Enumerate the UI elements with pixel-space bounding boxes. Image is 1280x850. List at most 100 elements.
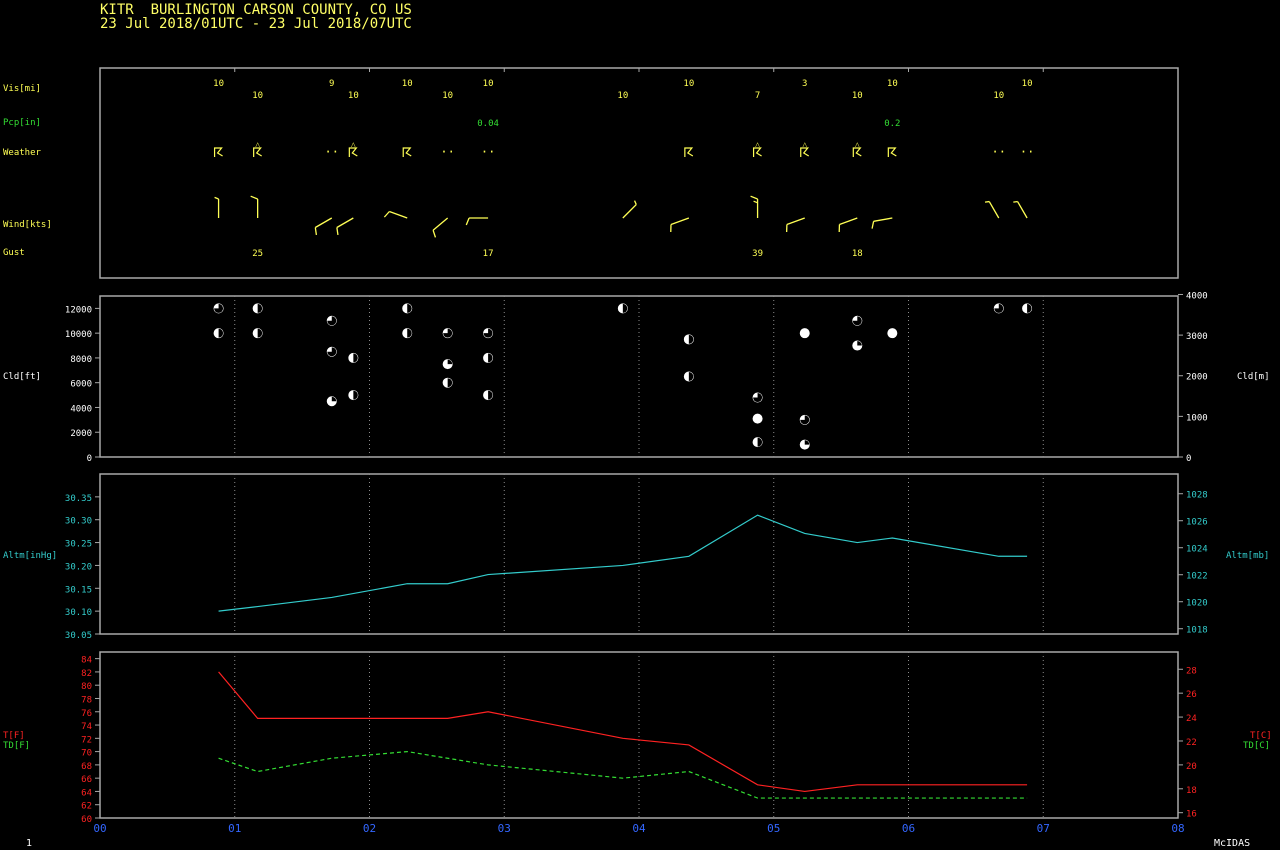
weather-row-label: Weather bbox=[3, 148, 42, 158]
cloud-ft-tick-label: 4000 bbox=[70, 404, 92, 414]
temperature-f-tick-label: 68 bbox=[81, 762, 92, 772]
vis-row-label: Vis[mi] bbox=[3, 84, 41, 94]
temperature-c-tick-label: 26 bbox=[1186, 690, 1197, 700]
weather-thunderstorm-icon bbox=[213, 147, 223, 157]
cloud-m-tick-label: 4000 bbox=[1186, 291, 1208, 301]
altimeter-mb-tick-label: 1020 bbox=[1186, 599, 1208, 609]
precip-value: 0.04 bbox=[477, 119, 499, 129]
altimeter-mb-tick-label: 1024 bbox=[1186, 545, 1208, 555]
altimeter-inhg-tick-label: 30.05 bbox=[65, 631, 92, 641]
weather-haze-icon: ·· bbox=[440, 145, 454, 159]
time-tick-label: 06 bbox=[902, 822, 915, 835]
visibility-value: 9 bbox=[329, 79, 334, 89]
temperature-f-tick-label: 84 bbox=[81, 656, 92, 666]
cloud-ft-tick-label: 12000 bbox=[65, 305, 92, 315]
wind-barb-shaft bbox=[314, 217, 333, 229]
temperature-f-tick-label: 60 bbox=[81, 815, 92, 825]
altimeter-inhg-tick-label: 30.30 bbox=[65, 517, 92, 527]
gust-value: 25 bbox=[252, 249, 263, 259]
altimeter-inhg-tick-label: 30.20 bbox=[65, 562, 92, 572]
wind-barb-flag bbox=[432, 230, 437, 238]
gust-value: 17 bbox=[483, 249, 494, 259]
altimeter-inhg-tick-label: 30.15 bbox=[65, 585, 92, 595]
visibility-value: 10 bbox=[683, 79, 694, 89]
temperature-f-tick-label: 78 bbox=[81, 695, 92, 705]
cloud-m-tick-label: 3000 bbox=[1186, 332, 1208, 342]
temperature-f-tick-label: 74 bbox=[81, 722, 92, 732]
altimeter-mb-tick-label: 1026 bbox=[1186, 518, 1208, 528]
time-tick-label: 03 bbox=[498, 822, 511, 835]
weather-haze-icon: ·· bbox=[1020, 145, 1034, 159]
time-tick-label: 08 bbox=[1171, 822, 1184, 835]
weather-thunderstorm-icon bbox=[402, 147, 412, 157]
cloud-m-axis-label: Cld[m] bbox=[1237, 372, 1270, 382]
wind-barb-shaft bbox=[873, 217, 893, 222]
cloud-m-tick-label: 0 bbox=[1186, 454, 1191, 464]
temperature-f-tick-label: 66 bbox=[81, 775, 92, 785]
temperature-f-tick-label: 62 bbox=[81, 802, 92, 812]
pcp-row-label: Pcp[in] bbox=[3, 118, 41, 128]
visibility-value: 10 bbox=[213, 79, 224, 89]
cloud-ft-tick-label: 10000 bbox=[65, 330, 92, 340]
dewpoint-c-axis-label: TD[C] bbox=[1243, 741, 1270, 751]
gust-row-label: Gust bbox=[3, 248, 25, 258]
visibility-value: 10 bbox=[852, 91, 863, 101]
visibility-value: 10 bbox=[887, 79, 898, 89]
cloud-cover-fill bbox=[804, 440, 810, 445]
visibility-value: 10 bbox=[402, 79, 413, 89]
wind-barb-shaft bbox=[786, 217, 805, 226]
wind-barb-flag bbox=[336, 227, 339, 236]
wind-barb-flag bbox=[465, 217, 470, 226]
altimeter-inhg-tick-label: 30.35 bbox=[65, 494, 92, 504]
wind-barb-shaft bbox=[432, 217, 449, 231]
temperature-f-tick-label: 76 bbox=[81, 709, 92, 719]
wind-barb-shaft bbox=[336, 217, 354, 229]
cloud-cover-marker bbox=[799, 328, 810, 339]
cloud-m-tick-label: 1000 bbox=[1186, 413, 1208, 423]
wind-barb-shaft bbox=[622, 204, 637, 219]
visibility-value: 10 bbox=[617, 91, 628, 101]
cloud-cover-marker bbox=[887, 328, 898, 339]
wind-row-label: Wind[kts] bbox=[3, 220, 52, 230]
temperature-c-tick-label: 16 bbox=[1186, 810, 1197, 820]
temperature-f-tick-label: 70 bbox=[81, 749, 92, 759]
temperature-f-tick-label: 72 bbox=[81, 735, 92, 745]
cloud-ft-tick-label: 0 bbox=[87, 454, 92, 464]
cloud-m-tick-label: 2000 bbox=[1186, 373, 1208, 383]
time-tick-label: 00 bbox=[93, 822, 106, 835]
temperature-c-tick-label: 24 bbox=[1186, 714, 1197, 724]
wind-barb-flag bbox=[314, 227, 318, 236]
cloud-ft-tick-label: 6000 bbox=[70, 380, 92, 390]
time-tick-label: 04 bbox=[632, 822, 646, 835]
altimeter-mb-tick-label: 1018 bbox=[1186, 626, 1208, 636]
altimeter-inhg-tick-label: 30.25 bbox=[65, 540, 92, 550]
altimeter-inhg-tick-label: 30.10 bbox=[65, 608, 92, 618]
cloud-cover-fill bbox=[331, 396, 337, 402]
cloud-ft-tick-label: 8000 bbox=[70, 355, 92, 365]
time-tick-label: 07 bbox=[1037, 822, 1050, 835]
weather-thunderstorm-icon bbox=[887, 147, 897, 157]
wind-barb-flag bbox=[214, 196, 219, 200]
wind-barb-flag bbox=[871, 221, 875, 229]
temperature-c-tick-label: 22 bbox=[1186, 738, 1197, 748]
temperature-f-tick-label: 64 bbox=[81, 788, 92, 798]
visibility-value: 7 bbox=[755, 91, 760, 101]
cloud-cover-fill bbox=[857, 341, 862, 346]
visibility-value: 10 bbox=[252, 91, 263, 101]
wind-barb-flag bbox=[383, 211, 390, 218]
visibility-value: 10 bbox=[442, 91, 453, 101]
altimeter-inhg-axis-label: Altm[inHg] bbox=[3, 551, 57, 561]
cloud-cover-marker bbox=[752, 413, 763, 424]
dewpoint-f-axis-label: TD[F] bbox=[3, 741, 30, 751]
altimeter-line bbox=[218, 514, 1028, 612]
wind-barb-flag bbox=[633, 200, 637, 205]
wind-barb-shaft bbox=[1017, 201, 1028, 219]
time-tick-label: 05 bbox=[767, 822, 780, 835]
time-tick-label: 02 bbox=[363, 822, 376, 835]
visibility-value: 3 bbox=[802, 79, 807, 89]
altimeter-mb-tick-label: 1022 bbox=[1186, 572, 1208, 582]
temperature-f-axis-label: T[F] bbox=[3, 731, 25, 741]
wind-barb-shaft bbox=[389, 210, 408, 219]
precip-value: 0.2 bbox=[884, 119, 900, 129]
wind-barb-flag bbox=[1013, 200, 1018, 203]
